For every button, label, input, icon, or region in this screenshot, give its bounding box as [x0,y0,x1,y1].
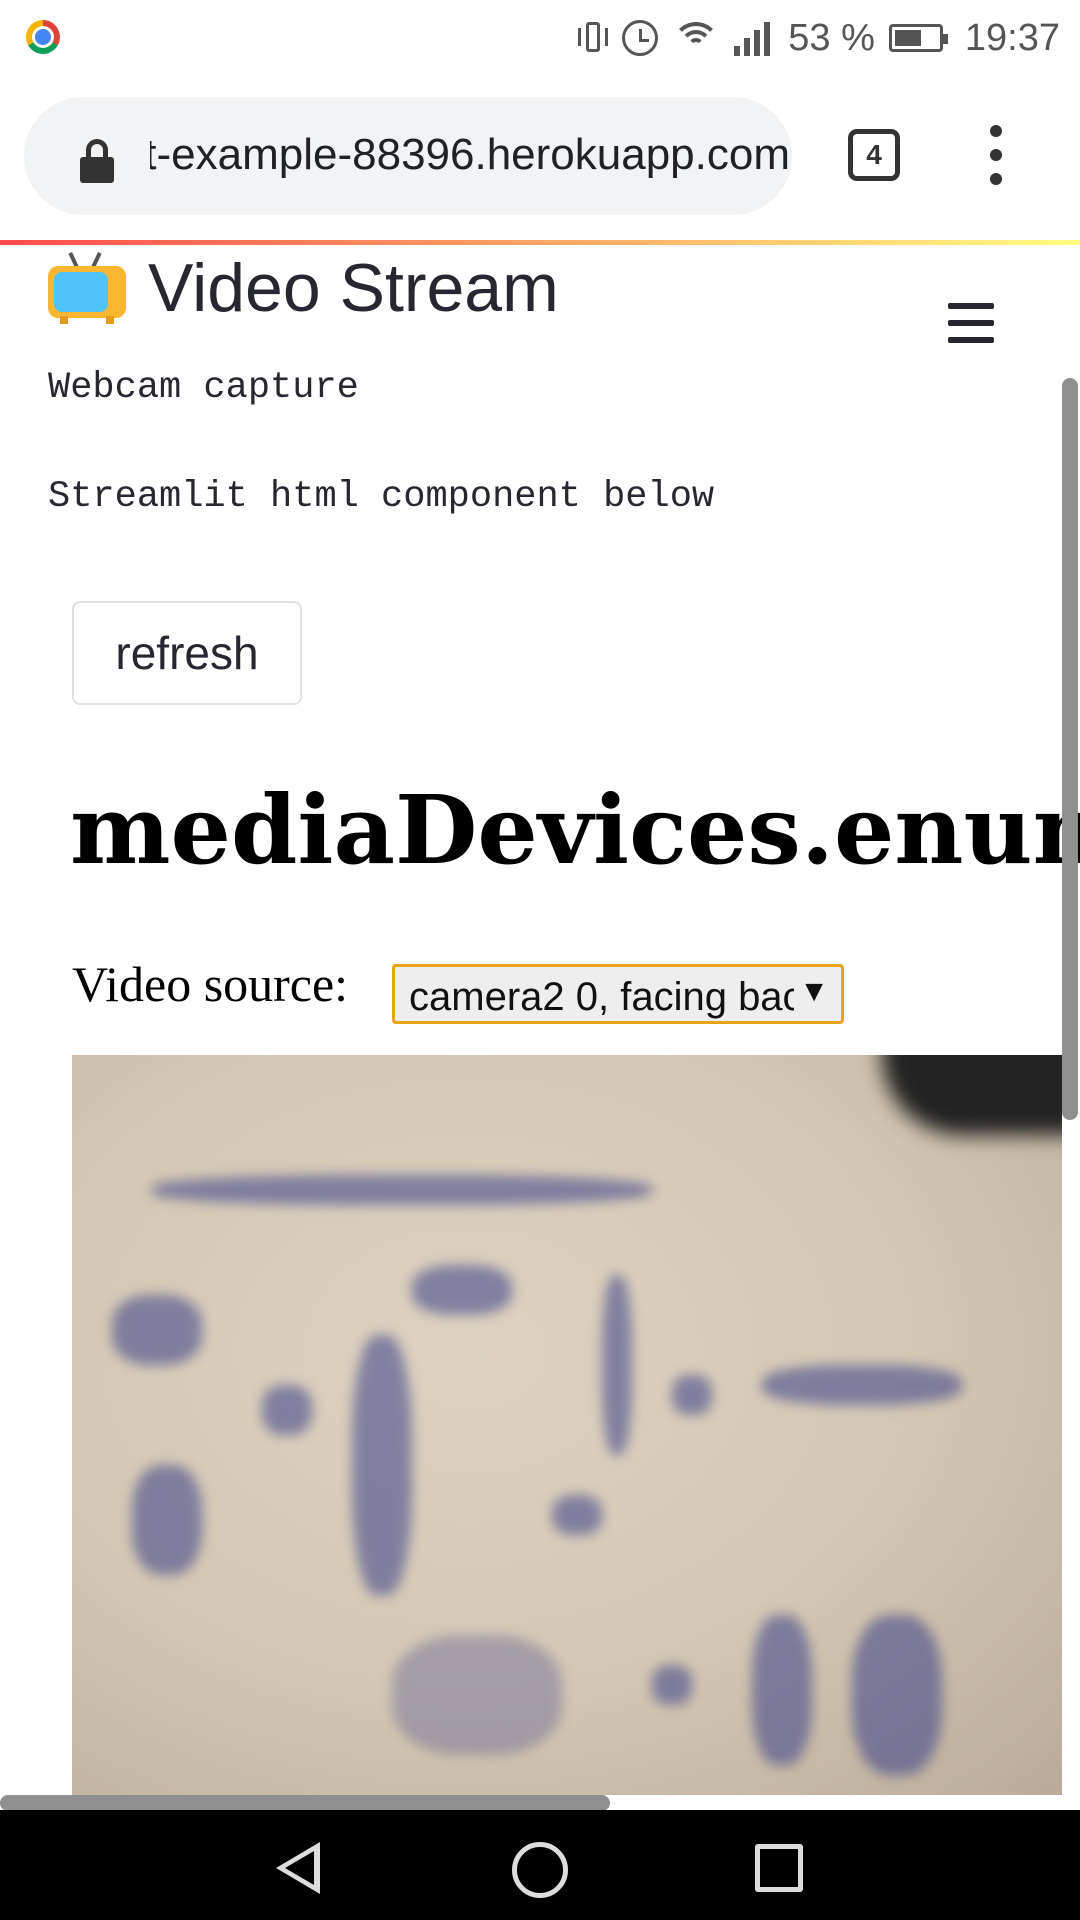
alarm-icon [622,20,659,56]
television-icon [48,251,126,324]
lock-icon[interactable] [80,139,114,183]
back-icon[interactable] [276,1842,320,1894]
home-icon[interactable] [512,1842,568,1898]
address-bar[interactable]: streamlit-example-88396.herokuapp.com [24,97,792,215]
vibrate-icon [578,20,609,56]
video-source-label: Video source: [72,956,349,1012]
component-note-text: Streamlit html component below [48,476,715,518]
browser-toolbar: streamlit-example-88396.herokuapp.com 4 [0,75,1080,240]
battery-percent: 53 % [788,16,875,59]
devices-heading: mediaDevices.enumerateDevices() [70,775,1080,886]
tab-count: 4 [866,139,882,170]
streamlit-app: Video Stream Webcam capture Streamlit ht… [0,245,1080,1805]
webcam-capture-text: Webcam capture [48,367,359,409]
app-title: Video Stream [48,245,559,330]
status-bar: 53 % 19:37 [0,0,1080,75]
hamburger-menu-button[interactable] [948,303,994,343]
video-source-select[interactable]: camera2 0, facing back ▼ [392,964,844,1024]
dropdown-arrow-icon: ▼ [799,975,829,1008]
status-icons: 53 % 19:37 [578,10,1060,66]
clock: 19:37 [964,16,1060,59]
recents-icon[interactable] [755,1844,803,1892]
video-feed [72,1055,1062,1795]
page-title: Video Stream [148,249,559,326]
wifi-icon [672,20,721,56]
android-nav-bar [0,1810,1080,1920]
more-vert-icon[interactable] [980,125,1014,185]
signal-icon [734,20,774,56]
url-text[interactable]: streamlit-example-88396.herokuapp.com [150,125,790,185]
horizontal-scrollbar[interactable] [0,1795,610,1811]
tab-switcher-button[interactable]: 4 [848,129,900,181]
battery-icon [888,24,948,52]
vertical-scrollbar[interactable] [1062,378,1078,1120]
chrome-icon [26,20,60,54]
video-source-value: camera2 0, facing back [409,975,794,1019]
refresh-button[interactable]: refresh [72,601,302,705]
